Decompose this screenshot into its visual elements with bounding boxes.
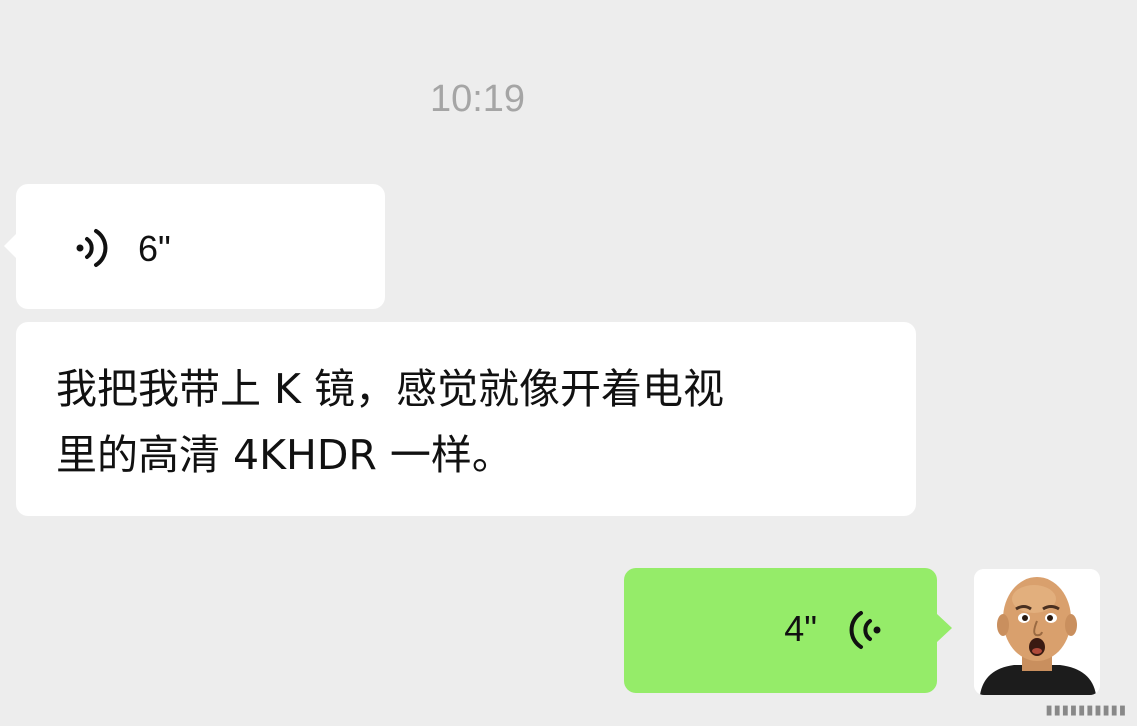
bubble-tail [4,234,16,258]
bald-man-avatar-icon [974,569,1100,695]
watermark: ▮▮▮▮▮▮▮▮▮▮ [1045,703,1127,718]
bubble-tail [937,614,952,642]
message-text: 我把我带上 K 镜，感觉就像开着电视 里的高清 4KHDR 一样。 [56,356,896,488]
voice-duration: 4" [784,608,817,649]
message-line: 里的高清 4KHDR 一样。 [56,431,513,479]
message-timestamp: 10:19 [429,78,526,120]
voice-wave-icon [849,611,881,649]
voice-wave-icon [76,229,108,267]
voice-duration: 6" [138,228,171,269]
incoming-text-message[interactable]: 我把我带上 K 镜，感觉就像开着电视 里的高清 4KHDR 一样。 [16,322,916,516]
incoming-voice-message[interactable]: 6" [4,184,385,309]
avatar[interactable] [974,569,1100,695]
message-line: 我把我带上 K 镜，感觉就像开着电视 [56,365,724,413]
outgoing-voice-message[interactable]: 4" [624,568,952,693]
